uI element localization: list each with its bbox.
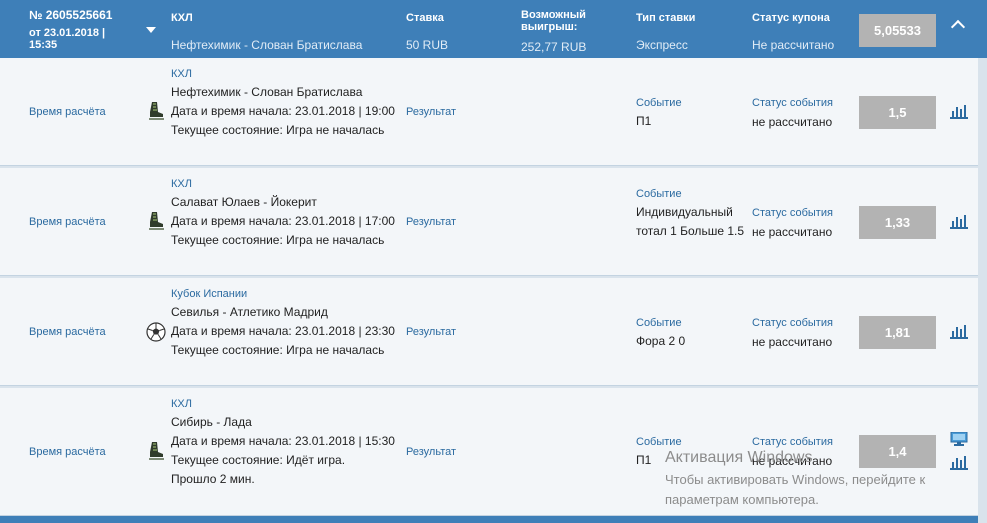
match-name: Нефтехимик - Слован Братислава	[171, 85, 363, 99]
collapse-chevron-icon[interactable]	[950, 19, 966, 35]
bet-row: Время расчёта КХЛ Салават Юлаев - Йокери…	[0, 168, 978, 276]
calc-time-label: Время расчёта	[29, 446, 106, 458]
result-link[interactable]: Результат	[406, 326, 456, 338]
event-coef: 1,33	[859, 206, 936, 239]
current-state: Текущее состояние: Игра не началась	[171, 343, 385, 357]
event-label: Событие	[636, 97, 682, 109]
event-status-label: Статус события	[752, 207, 833, 219]
bet-row: Время расчёта КХЛ Нефтехимик - Слован Бр…	[0, 58, 978, 166]
event-status-label: Статус события	[752, 436, 833, 448]
hockey-skate-icon	[149, 442, 164, 460]
expand-caret-icon[interactable]	[146, 27, 156, 33]
stats-chart-icon[interactable]	[950, 456, 968, 470]
windows-watermark-line1: Чтобы активировать Windows, перейдите к	[665, 472, 926, 487]
coupon-date: от 23.01.2018 | 15:35	[29, 27, 106, 51]
league-name[interactable]: Кубок Испании	[171, 288, 247, 300]
start-time: Дата и время начала: 23.01.2018 | 23:30	[171, 324, 395, 338]
start-time: Дата и время начала: 23.01.2018 | 17:00	[171, 214, 395, 228]
stats-chart-icon[interactable]	[950, 105, 968, 119]
league-name[interactable]: КХЛ	[171, 68, 192, 80]
event-status-value: не рассчитано	[752, 335, 833, 349]
result-link[interactable]: Результат	[406, 446, 456, 458]
hockey-skate-icon	[149, 212, 164, 230]
event-value: Фора 2 0	[636, 334, 686, 348]
header-match: Нефтехимик - Слован Братислава	[171, 38, 363, 52]
stake-label: Ставка	[406, 12, 444, 24]
event-value: Индивидуальный тотал 1 Больше 1.5	[636, 205, 745, 238]
match-name: Севилья - Атлетико Мадрид	[171, 305, 328, 319]
start-time: Дата и время начала: 23.01.2018 | 15:30	[171, 434, 395, 448]
event-label: Событие	[636, 188, 682, 200]
event-details: Севилья - Атлетико Мадрид Дата и время н…	[171, 303, 396, 360]
total-coef: 5,05533	[859, 14, 936, 47]
header-league: КХЛ	[171, 12, 193, 24]
windows-watermark-title: Активация Windows	[665, 449, 813, 466]
calc-time-label: Время расчёта	[29, 216, 106, 228]
current-state: Текущее состояние: Игра не началась	[171, 123, 385, 137]
coupon-status-label: Статус купона	[752, 12, 830, 24]
bet-type-label: Тип ставки	[636, 12, 696, 24]
event-status-value: не рассчитано	[752, 115, 833, 129]
coupon-header[interactable]: № 2605525661 от 23.01.2018 | 15:35 КХЛ Н…	[0, 0, 987, 58]
current-state: Текущее состояние: Игра не началась	[171, 233, 385, 247]
elapsed-time: Прошло 2 мин.	[171, 472, 255, 486]
calc-time-label: Время расчёта	[29, 326, 106, 338]
current-state: Текущее состояние: Идёт игра.	[171, 453, 346, 467]
event-coef: 1,81	[859, 316, 936, 349]
match-name: Салават Юлаев - Йокерит	[171, 195, 317, 209]
result-link[interactable]: Результат	[406, 216, 456, 228]
event-label: Событие	[636, 317, 682, 329]
stake-value: 50 RUB	[406, 38, 449, 52]
stats-chart-icon[interactable]	[950, 215, 968, 229]
event-value: П1	[636, 114, 652, 128]
event-details: Салават Юлаев - Йокерит Дата и время нач…	[171, 193, 396, 250]
match-name: Сибирь - Лада	[171, 415, 252, 429]
bottom-bar	[0, 516, 978, 523]
coupon-number: № 2605525661	[29, 8, 113, 22]
bet-type-value: Экспресс	[636, 38, 688, 52]
win-value: 252,77 RUB	[521, 40, 587, 54]
windows-watermark-line2: параметрам компьютера.	[665, 492, 819, 507]
event-coef: 1,5	[859, 96, 936, 129]
live-monitor-icon[interactable]	[950, 432, 968, 446]
event-details: Сибирь - Лада Дата и время начала: 23.01…	[171, 413, 396, 489]
event-details: Нефтехимик - Слован Братислава Дата и вр…	[171, 83, 396, 140]
win-label: Возможный выигрыш:	[521, 9, 586, 33]
stats-chart-icon[interactable]	[950, 325, 968, 339]
event-status-label: Статус события	[752, 317, 833, 329]
calc-time-label: Время расчёта	[29, 106, 106, 118]
bet-row: Время расчёта КХЛ Сибирь - Лада Дата и в…	[0, 388, 978, 516]
event-coef: 1,4	[859, 435, 936, 468]
soccer-ball-icon	[146, 322, 166, 342]
event-status-label: Статус события	[752, 97, 833, 109]
bet-row: Время расчёта Кубок Испании Севилья - Ат…	[0, 278, 978, 386]
result-link[interactable]: Результат	[406, 106, 456, 118]
event-status-value: не рассчитано	[752, 225, 833, 239]
league-name[interactable]: КХЛ	[171, 398, 192, 410]
hockey-skate-icon	[149, 102, 164, 120]
start-time: Дата и время начала: 23.01.2018 | 19:00	[171, 104, 395, 118]
event-label: Событие	[636, 436, 682, 448]
coupon-page: № 2605525661 от 23.01.2018 | 15:35 КХЛ Н…	[0, 0, 987, 523]
coupon-status-value: Не рассчитано	[752, 38, 835, 52]
league-name[interactable]: КХЛ	[171, 178, 192, 190]
